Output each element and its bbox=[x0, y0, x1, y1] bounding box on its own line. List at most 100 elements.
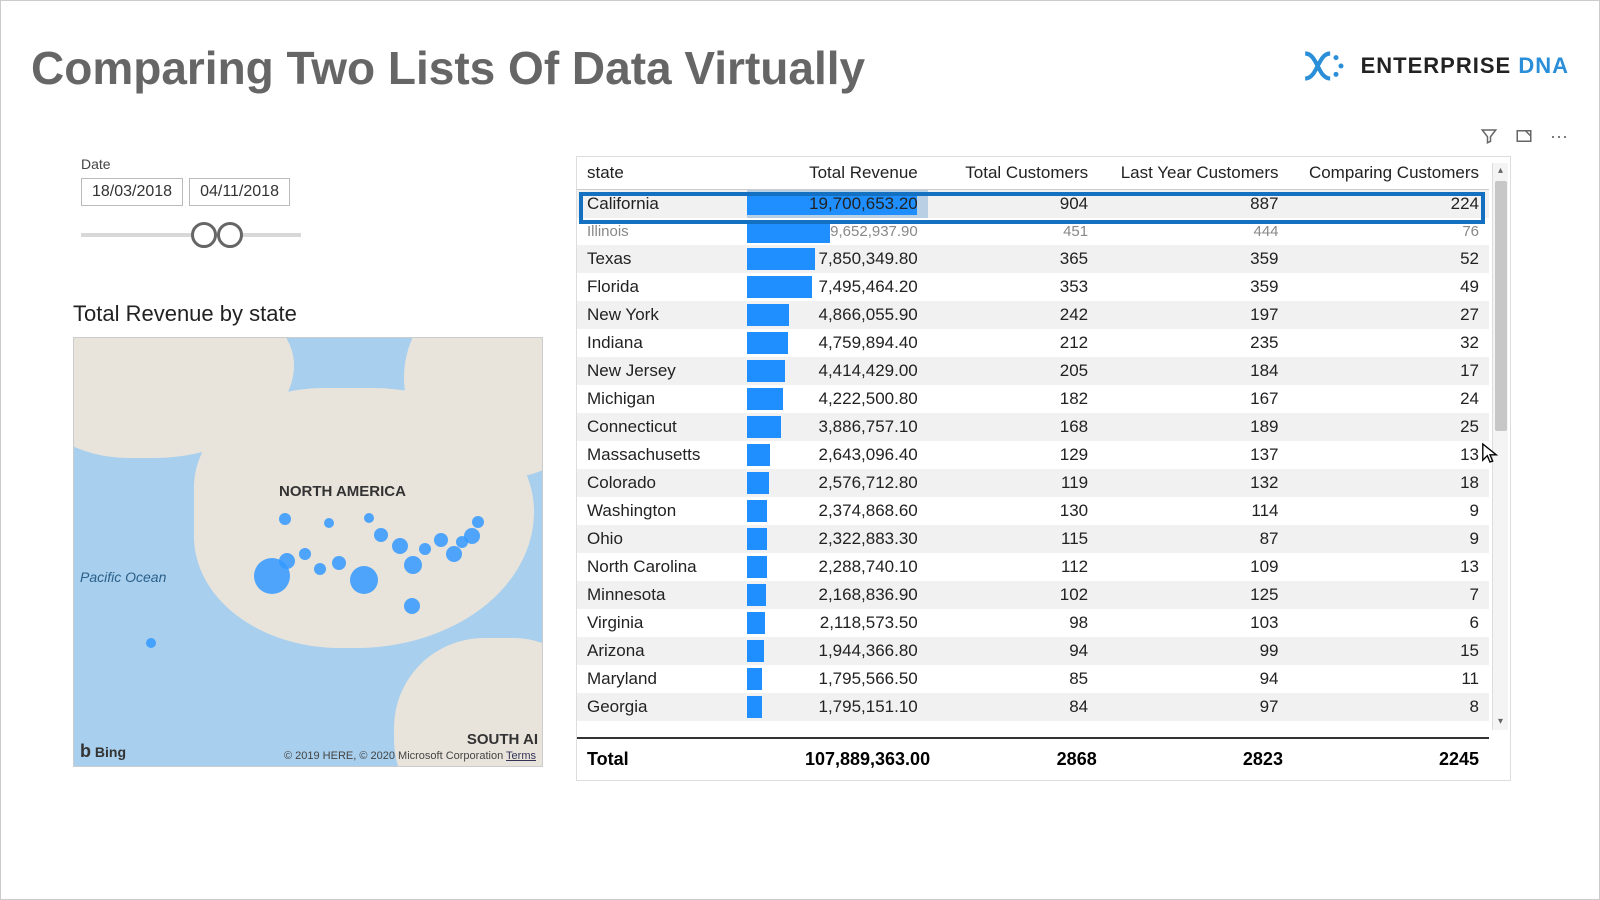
cell-state: Illinois bbox=[577, 218, 747, 245]
totals-cc: 2245 bbox=[1283, 749, 1479, 770]
vertical-scrollbar[interactable]: ▴ ▾ bbox=[1492, 163, 1508, 730]
cell-comparing-customers: 49 bbox=[1289, 273, 1489, 301]
table-row[interactable]: Minnesota2,168,836.901021257 bbox=[577, 581, 1489, 609]
cell-last-year-customers: 197 bbox=[1098, 301, 1288, 329]
cell-total-customers: 205 bbox=[928, 357, 1098, 385]
cell-total-customers: 130 bbox=[928, 497, 1098, 525]
cell-state: Virginia bbox=[577, 609, 747, 637]
cell-state: Colorado bbox=[577, 469, 747, 497]
cell-total-customers: 365 bbox=[928, 245, 1098, 273]
date-start-input[interactable]: 18/03/2018 bbox=[81, 178, 183, 206]
date-range-slider[interactable] bbox=[81, 220, 301, 250]
table-row[interactable]: Georgia1,795,151.1084978 bbox=[577, 693, 1489, 721]
table-row[interactable]: Ohio2,322,883.30115879 bbox=[577, 525, 1489, 553]
table-row[interactable]: Massachusetts2,643,096.4012913713 bbox=[577, 441, 1489, 469]
brand-text-a: ENTERPRISE bbox=[1361, 53, 1512, 78]
cell-last-year-customers: 887 bbox=[1098, 190, 1288, 219]
map-label-south-america: SOUTH AI bbox=[467, 731, 538, 748]
cell-total-customers: 112 bbox=[928, 553, 1098, 581]
cell-state: North Carolina bbox=[577, 553, 747, 581]
cell-total-customers: 451 bbox=[928, 218, 1098, 245]
cell-last-year-customers: 359 bbox=[1098, 245, 1288, 273]
cell-comparing-customers: 8 bbox=[1289, 693, 1489, 721]
cell-comparing-customers: 9 bbox=[1289, 497, 1489, 525]
cell-last-year-customers: 132 bbox=[1098, 469, 1288, 497]
cell-state: Washington bbox=[577, 497, 747, 525]
table-row[interactable]: Washington2,374,868.601301149 bbox=[577, 497, 1489, 525]
table-row[interactable]: Arizona1,944,366.80949915 bbox=[577, 637, 1489, 665]
date-end-input[interactable]: 04/11/2018 bbox=[189, 178, 290, 206]
cell-state: New York bbox=[577, 301, 747, 329]
cell-total-revenue: 19,700,653.20 bbox=[747, 190, 927, 219]
cell-state: Michigan bbox=[577, 385, 747, 413]
table-row[interactable]: California19,700,653.20904887224 bbox=[577, 190, 1489, 219]
cell-total-customers: 353 bbox=[928, 273, 1098, 301]
slider-thumb-start[interactable] bbox=[191, 222, 217, 248]
cell-state: Arizona bbox=[577, 637, 747, 665]
cell-total-customers: 182 bbox=[928, 385, 1098, 413]
table-row[interactable]: Indiana4,759,894.4021223532 bbox=[577, 329, 1489, 357]
table-row[interactable]: New York4,866,055.9024219727 bbox=[577, 301, 1489, 329]
table-row[interactable]: Maryland1,795,566.50859411 bbox=[577, 665, 1489, 693]
filter-icon[interactable] bbox=[1479, 126, 1499, 146]
bing-logo: b Bing bbox=[80, 741, 126, 762]
scroll-thumb[interactable] bbox=[1495, 181, 1507, 431]
table-row[interactable]: Colorado2,576,712.8011913218 bbox=[577, 469, 1489, 497]
scroll-up-arrow[interactable]: ▴ bbox=[1493, 163, 1508, 179]
focus-mode-icon[interactable] bbox=[1514, 126, 1534, 146]
cell-last-year-customers: 97 bbox=[1098, 693, 1288, 721]
table-row[interactable]: Michigan4,222,500.8018216724 bbox=[577, 385, 1489, 413]
date-label: Date bbox=[81, 156, 301, 172]
totals-row: Total 107,889,363.00 2868 2823 2245 bbox=[577, 737, 1489, 780]
cell-total-customers: 84 bbox=[928, 693, 1098, 721]
state-metrics-table[interactable]: state Total Revenue Total Customers Last… bbox=[576, 156, 1511, 781]
slider-thumb-end[interactable] bbox=[217, 222, 243, 248]
cell-state: Maryland bbox=[577, 665, 747, 693]
cell-comparing-customers: 24 bbox=[1289, 385, 1489, 413]
cell-last-year-customers: 189 bbox=[1098, 413, 1288, 441]
cell-comparing-customers: 7 bbox=[1289, 721, 1489, 722]
table-row[interactable]: Texas7,850,349.8036535952 bbox=[577, 245, 1489, 273]
cell-total-revenue: 1,795,566.50 bbox=[747, 665, 927, 693]
map-label-pacific: Pacific Ocean bbox=[80, 570, 166, 585]
cell-total-customers: 115 bbox=[928, 525, 1098, 553]
cell-total-revenue: 4,414,429.00 bbox=[747, 357, 927, 385]
map-terms-link[interactable]: Terms bbox=[506, 750, 536, 762]
cell-comparing-customers: 52 bbox=[1289, 245, 1489, 273]
cell-total-revenue: 4,866,055.90 bbox=[747, 301, 927, 329]
totals-tc: 2868 bbox=[930, 749, 1097, 770]
col-last-year-customers[interactable]: Last Year Customers bbox=[1098, 157, 1288, 190]
col-comparing-customers[interactable]: Comparing Customers bbox=[1289, 157, 1489, 190]
cell-last-year-customers: 94 bbox=[1098, 665, 1288, 693]
table-row[interactable]: New Jersey4,414,429.0020518417 bbox=[577, 357, 1489, 385]
map-visual[interactable]: NORTH AMERICA SOUTH AI Pacific Ocean b B… bbox=[73, 337, 543, 767]
more-options-icon[interactable]: ··· bbox=[1549, 126, 1569, 146]
table-row[interactable]: Connecticut3,886,757.1016818925 bbox=[577, 413, 1489, 441]
col-state[interactable]: state bbox=[577, 157, 747, 190]
table-row[interactable]: Virginia2,118,573.50981036 bbox=[577, 609, 1489, 637]
cell-total-customers: 904 bbox=[928, 190, 1098, 219]
cell-total-revenue: 9,652,937.90 bbox=[747, 218, 927, 245]
cell-total-revenue: 4,222,500.80 bbox=[747, 385, 927, 413]
table-row[interactable]: Florida7,495,464.2035335949 bbox=[577, 273, 1489, 301]
col-total-customers[interactable]: Total Customers bbox=[928, 157, 1098, 190]
map-credits: © 2019 HERE, © 2020 Microsoft Corporatio… bbox=[284, 750, 536, 762]
totals-rev: 107,889,363.00 bbox=[754, 749, 930, 770]
cell-total-customers: 168 bbox=[928, 413, 1098, 441]
table-row[interactable]: Oregon1,612,221.0082837 bbox=[577, 721, 1489, 722]
cell-comparing-customers: 15 bbox=[1289, 637, 1489, 665]
dna-icon bbox=[1301, 46, 1351, 86]
table-row[interactable]: Illinois9,652,937.9045144476 bbox=[577, 218, 1489, 245]
col-total-revenue[interactable]: Total Revenue bbox=[747, 157, 927, 190]
cell-state: Ohio bbox=[577, 525, 747, 553]
cell-total-revenue: 2,374,868.60 bbox=[747, 497, 927, 525]
cell-last-year-customers: 444 bbox=[1098, 218, 1288, 245]
table-header-row[interactable]: state Total Revenue Total Customers Last… bbox=[577, 157, 1489, 190]
cell-last-year-customers: 359 bbox=[1098, 273, 1288, 301]
cell-total-customers: 85 bbox=[928, 665, 1098, 693]
table-row[interactable]: North Carolina2,288,740.1011210913 bbox=[577, 553, 1489, 581]
scroll-down-arrow[interactable]: ▾ bbox=[1493, 714, 1508, 730]
cell-comparing-customers: 32 bbox=[1289, 329, 1489, 357]
cell-comparing-customers: 11 bbox=[1289, 665, 1489, 693]
cell-comparing-customers: 76 bbox=[1289, 218, 1489, 245]
